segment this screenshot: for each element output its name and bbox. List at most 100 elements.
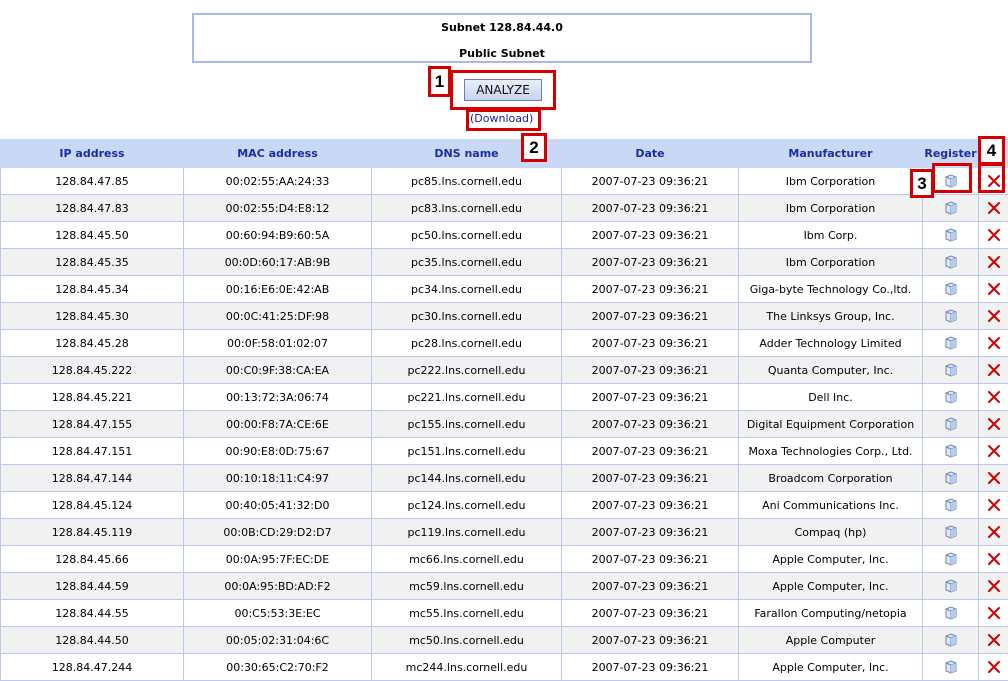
callout-label-3: 3 [910, 169, 934, 198]
cell-dns: pc30.lns.cornell.edu [372, 303, 562, 330]
register-icon[interactable] [943, 335, 959, 351]
cell-mac: 00:0D:60:17:AB:9B [184, 249, 372, 276]
delete-icon[interactable] [987, 579, 1001, 593]
cell-date: 2007-07-23 09:36:21 [562, 492, 739, 519]
cell-ip: 128.84.45.35 [1, 249, 184, 276]
cell-date: 2007-07-23 09:36:21 [562, 465, 739, 492]
cell-dns: pc85.lns.cornell.edu [372, 168, 562, 195]
delete-icon[interactable] [987, 417, 1001, 431]
cell-register [923, 546, 979, 573]
table-row: 128.84.45.22100:13:72:3A:06:74pc221.lns.… [1, 384, 1008, 411]
col-header-mac[interactable]: MAC address [184, 140, 372, 168]
register-icon[interactable] [943, 200, 959, 216]
cell-manufacturer: Moxa Technologies Corp., Ltd. [739, 438, 923, 465]
delete-icon[interactable] [987, 660, 1001, 674]
delete-icon[interactable] [987, 309, 1001, 323]
cell-dns: pc221.lns.cornell.edu [372, 384, 562, 411]
cell-delete [979, 573, 1008, 600]
table-row: 128.84.47.24400:30:65:C2:70:F2mc244.lns.… [1, 654, 1008, 681]
delete-icon[interactable] [987, 606, 1001, 620]
register-icon[interactable] [943, 443, 959, 459]
cell-ip: 128.84.44.59 [1, 573, 184, 600]
cell-date: 2007-07-23 09:36:21 [562, 627, 739, 654]
delete-icon[interactable] [987, 633, 1001, 647]
cell-register [923, 627, 979, 654]
table-row: 128.84.47.15500:00:F8:7A:CE:6Epc155.lns.… [1, 411, 1008, 438]
register-icon[interactable] [943, 578, 959, 594]
cell-manufacturer: Ibm Corporation [739, 249, 923, 276]
cell-manufacturer: Compaq (hp) [739, 519, 923, 546]
cell-dns: pc151.lns.cornell.edu [372, 438, 562, 465]
cell-date: 2007-07-23 09:36:21 [562, 546, 739, 573]
delete-icon[interactable] [987, 282, 1001, 296]
cell-dns: pc222.lns.cornell.edu [372, 357, 562, 384]
delete-icon[interactable] [987, 201, 1001, 215]
cell-mac: 00:00:F8:7A:CE:6E [184, 411, 372, 438]
cell-mac: 00:16:E6:0E:42:AB [184, 276, 372, 303]
register-icon[interactable] [943, 254, 959, 270]
cell-ip: 128.84.45.66 [1, 546, 184, 573]
cell-date: 2007-07-23 09:36:21 [562, 654, 739, 681]
cell-manufacturer: Broadcom Corporation [739, 465, 923, 492]
cell-manufacturer: Apple Computer, Inc. [739, 546, 923, 573]
register-icon[interactable] [943, 362, 959, 378]
register-icon[interactable] [943, 281, 959, 297]
cell-dns: mc55.lns.cornell.edu [372, 600, 562, 627]
register-icon[interactable] [943, 632, 959, 648]
register-icon[interactable] [943, 416, 959, 432]
cell-ip: 128.84.47.83 [1, 195, 184, 222]
cell-manufacturer: The Linksys Group, Inc. [739, 303, 923, 330]
register-icon[interactable] [943, 605, 959, 621]
register-icon[interactable] [943, 389, 959, 405]
table-row: 128.84.47.14400:10:18:11:C4:97pc144.lns.… [1, 465, 1008, 492]
cell-dns: mc50.lns.cornell.edu [372, 627, 562, 654]
cell-mac: 00:0B:CD:29:D2:D7 [184, 519, 372, 546]
delete-icon[interactable] [987, 336, 1001, 350]
cell-date: 2007-07-23 09:36:21 [562, 411, 739, 438]
cell-delete [979, 330, 1008, 357]
cell-ip: 128.84.45.28 [1, 330, 184, 357]
callout-box-download [466, 109, 541, 131]
cell-delete [979, 627, 1008, 654]
table-row: 128.84.45.3400:16:E6:0E:42:ABpc34.lns.co… [1, 276, 1008, 303]
delete-icon[interactable] [987, 552, 1001, 566]
cell-date: 2007-07-23 09:36:21 [562, 573, 739, 600]
delete-icon[interactable] [987, 444, 1001, 458]
register-icon[interactable] [943, 524, 959, 540]
col-header-manufacturer[interactable]: Manufacturer [739, 140, 923, 168]
register-icon[interactable] [943, 470, 959, 486]
col-header-ip[interactable]: IP address [1, 140, 184, 168]
cell-manufacturer: Adder Technology Limited [739, 330, 923, 357]
cell-date: 2007-07-23 09:36:21 [562, 600, 739, 627]
delete-icon[interactable] [987, 363, 1001, 377]
callout-box-analyze [450, 70, 556, 110]
delete-icon[interactable] [987, 498, 1001, 512]
delete-icon[interactable] [987, 228, 1001, 242]
delete-icon[interactable] [987, 525, 1001, 539]
cell-ip: 128.84.45.124 [1, 492, 184, 519]
cell-register [923, 573, 979, 600]
cell-register [923, 222, 979, 249]
table-row: 128.84.45.3500:0D:60:17:AB:9Bpc35.lns.co… [1, 249, 1008, 276]
register-icon[interactable] [943, 551, 959, 567]
cell-delete [979, 276, 1008, 303]
delete-icon[interactable] [987, 471, 1001, 485]
subnet-info-box: Subnet 128.84.44.0 Public Subnet [192, 13, 812, 63]
cell-ip: 128.84.47.85 [1, 168, 184, 195]
delete-icon[interactable] [987, 255, 1001, 269]
cell-mac: 00:02:55:AA:24:33 [184, 168, 372, 195]
cell-date: 2007-07-23 09:36:21 [562, 519, 739, 546]
delete-icon[interactable] [987, 390, 1001, 404]
register-icon[interactable] [943, 497, 959, 513]
cell-register [923, 438, 979, 465]
cell-dns: mc66.lns.cornell.edu [372, 546, 562, 573]
hosts-table: IP address MAC address DNS name Date Man… [0, 139, 1008, 681]
register-icon[interactable] [943, 227, 959, 243]
register-icon[interactable] [943, 308, 959, 324]
col-header-date[interactable]: Date [562, 140, 739, 168]
cell-date: 2007-07-23 09:36:21 [562, 438, 739, 465]
register-icon[interactable] [943, 659, 959, 675]
cell-dns: pc28.lns.cornell.edu [372, 330, 562, 357]
cell-manufacturer: Ibm Corp. [739, 222, 923, 249]
cell-ip: 128.84.45.30 [1, 303, 184, 330]
